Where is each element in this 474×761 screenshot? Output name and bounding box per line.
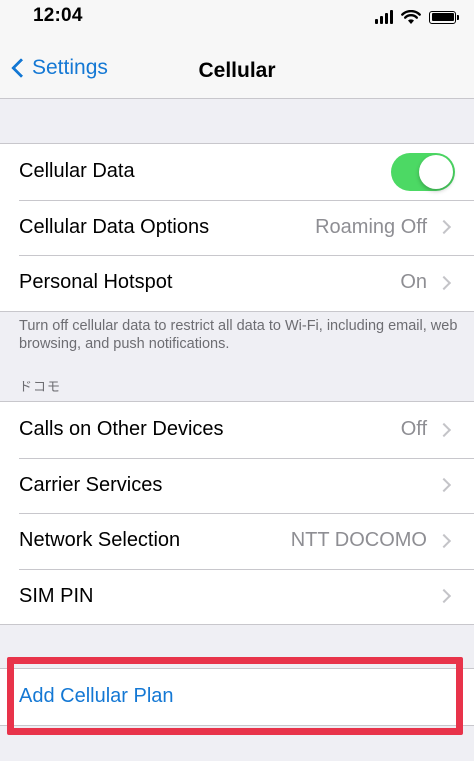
plan-group: Add Cellular Plan bbox=[0, 668, 474, 726]
signal-icon bbox=[375, 10, 393, 24]
add-cellular-plan-button[interactable]: Add Cellular Plan bbox=[0, 669, 474, 725]
chevron-right-icon bbox=[436, 220, 452, 235]
row-value: NTT DOCOMO bbox=[290, 529, 427, 552]
carrier-services-row[interactable]: Carrier Services bbox=[0, 457, 474, 514]
navigation-bar: Settings Cellular bbox=[0, 34, 474, 99]
status-icons bbox=[375, 9, 459, 25]
chevron-right-icon bbox=[436, 478, 452, 493]
battery-icon bbox=[429, 10, 459, 24]
carrier-section-header: ドコモ bbox=[19, 379, 62, 394]
row-label: Cellular Data Options bbox=[19, 215, 210, 238]
row-label: SIM PIN bbox=[19, 584, 94, 607]
network-selection-row[interactable]: Network Selection NTT DOCOMO bbox=[0, 513, 474, 569]
page-title: Cellular bbox=[198, 59, 276, 82]
cellular-data-group: Cellular Data Cellular Data Options Roam… bbox=[0, 143, 474, 312]
row-label: Personal Hotspot bbox=[19, 271, 173, 294]
chevron-right-icon bbox=[436, 422, 452, 437]
status-time: 12:04 bbox=[33, 5, 83, 26]
chevron-right-icon bbox=[436, 589, 452, 604]
row-label: Network Selection bbox=[19, 529, 181, 552]
row-value: Roaming Off bbox=[315, 215, 427, 238]
sim-pin-row[interactable]: SIM PIN bbox=[0, 568, 474, 625]
cellular-data-options-row[interactable]: Cellular Data Options Roaming Off bbox=[0, 199, 474, 256]
row-label: Carrier Services bbox=[19, 473, 163, 496]
cellular-data-toggle[interactable] bbox=[391, 153, 455, 191]
row-label: Calls on Other Devices bbox=[19, 418, 224, 441]
personal-hotspot-row[interactable]: Personal Hotspot On bbox=[0, 255, 474, 311]
cellular-data-row: Cellular Data bbox=[0, 144, 474, 200]
status-bar: 12:04 bbox=[0, 0, 474, 34]
carrier-group: Calls on Other Devices Off Carrier Servi… bbox=[0, 401, 474, 625]
cellular-data-footer: Turn off cellular data to restrict all d… bbox=[19, 318, 458, 352]
wifi-icon bbox=[401, 9, 421, 24]
row-value: On bbox=[400, 271, 427, 294]
add-cellular-plan-label: Add Cellular Plan bbox=[19, 685, 174, 708]
chevron-right-icon bbox=[436, 533, 452, 548]
calls-on-other-devices-row[interactable]: Calls on Other Devices Off bbox=[0, 402, 474, 458]
chevron-right-icon bbox=[436, 275, 452, 290]
row-value: Off bbox=[400, 418, 427, 441]
